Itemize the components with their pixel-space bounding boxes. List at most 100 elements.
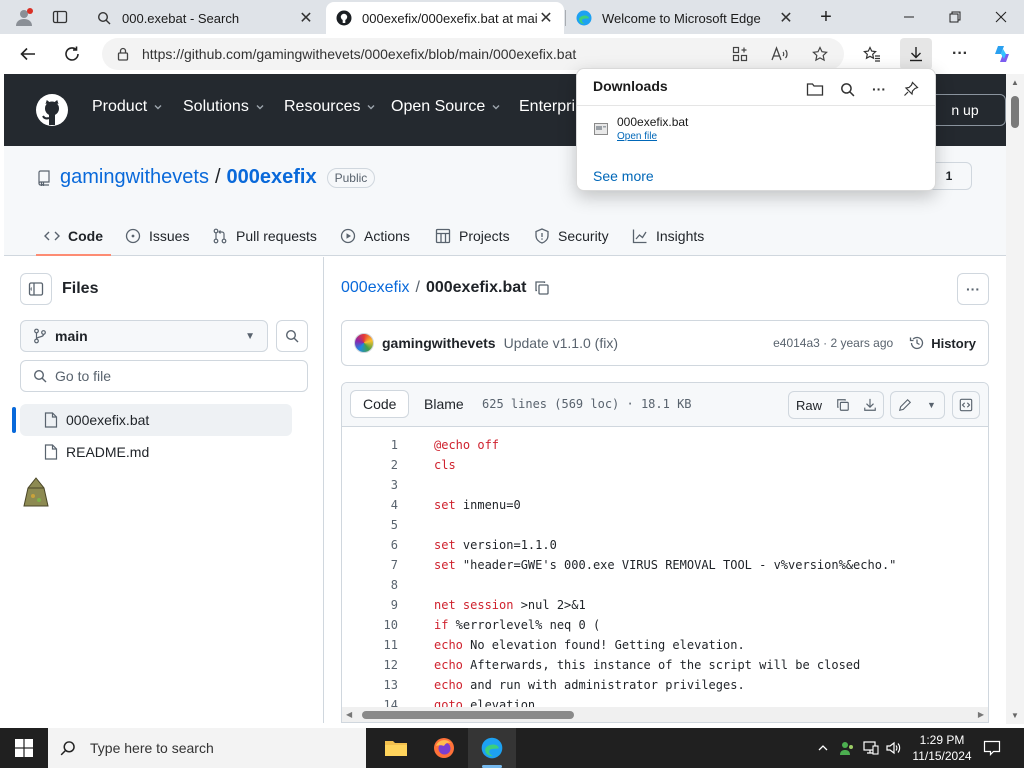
line-number[interactable]: 6: [342, 538, 398, 552]
line-number[interactable]: 3: [342, 478, 398, 492]
close-window-button[interactable]: [978, 0, 1024, 34]
tab-security[interactable]: Security: [534, 216, 609, 256]
branch-selector[interactable]: main ▼: [20, 320, 268, 352]
read-aloud-icon[interactable]: [764, 38, 796, 70]
github-logo-icon[interactable]: [36, 94, 68, 126]
line-number[interactable]: 9: [342, 598, 398, 612]
scroll-right-arrow[interactable]: ▶: [978, 710, 984, 719]
app-available-icon[interactable]: [724, 38, 756, 70]
close-tab-icon[interactable]: ✕: [538, 10, 554, 27]
tab-pull-requests[interactable]: Pull requests: [212, 216, 317, 256]
close-tab-icon[interactable]: ✕: [298, 10, 314, 27]
line-number[interactable]: 13: [342, 678, 398, 692]
edit-options-button[interactable]: ▼: [919, 391, 945, 419]
browser-tab-search[interactable]: 000.exebat - Search ✕: [86, 2, 324, 34]
nav-resources[interactable]: Resources: [284, 98, 376, 116]
nav-product[interactable]: Product: [92, 98, 163, 116]
edge-app[interactable]: [468, 728, 516, 768]
commit-meta[interactable]: e4014a3 · 2 years ago: [773, 336, 893, 350]
refresh-button[interactable]: [56, 38, 88, 70]
open-downloads-folder-icon[interactable]: [801, 75, 829, 103]
tab-issues[interactable]: Issues: [125, 216, 189, 256]
copy-raw-button[interactable]: [829, 391, 857, 419]
scrollbar-thumb[interactable]: [1011, 96, 1019, 128]
copy-path-icon[interactable]: [534, 280, 550, 296]
restore-button[interactable]: [932, 0, 978, 34]
line-number[interactable]: 10: [342, 618, 398, 632]
symbols-panel-button[interactable]: [952, 391, 980, 419]
code-view-tab[interactable]: Code: [350, 390, 410, 418]
scroll-down-arrow[interactable]: ▼: [1011, 711, 1019, 720]
nav-solutions[interactable]: Solutions: [183, 98, 265, 116]
scroll-left-arrow[interactable]: ◀: [346, 710, 352, 719]
go-to-file-input[interactable]: Go to file: [20, 360, 308, 392]
edit-file-button[interactable]: [890, 391, 920, 419]
close-tab-icon[interactable]: ✕: [778, 10, 794, 27]
repo-owner-link[interactable]: gamingwithevets: [60, 166, 209, 189]
notifications-button[interactable]: [980, 728, 1004, 768]
tab-code[interactable]: Code: [36, 216, 111, 256]
file-explorer-app[interactable]: [372, 728, 420, 768]
pin-icon[interactable]: [897, 75, 925, 103]
more-options-button[interactable]: ···: [957, 273, 989, 305]
commit-message-link[interactable]: Update v1.1.0 (fix): [504, 335, 618, 351]
see-more-link[interactable]: See more: [593, 168, 654, 184]
commit-author-link[interactable]: gamingwithevets: [382, 335, 496, 351]
line-number[interactable]: 14: [342, 698, 398, 707]
browser-tab-edge-welcome[interactable]: Welcome to Microsoft Edge ✕: [566, 2, 804, 34]
network-tray-icon[interactable]: [860, 728, 882, 768]
scroll-up-arrow[interactable]: ▲: [1011, 78, 1019, 87]
profile-avatar[interactable]: [8, 2, 40, 32]
settings-more-icon[interactable]: ···: [944, 38, 976, 70]
desktop-bag-icon[interactable]: [22, 476, 50, 510]
taskbar-clock[interactable]: 1:29 PM 11/15/2024: [902, 732, 982, 764]
firefox-app[interactable]: [420, 728, 468, 768]
blame-view-tab[interactable]: Blame: [412, 390, 476, 418]
line-number[interactable]: 8: [342, 578, 398, 592]
start-button[interactable]: [0, 728, 48, 768]
taskbar-search-box[interactable]: Type here to search: [48, 728, 366, 768]
file-item-readme[interactable]: README.md: [20, 436, 292, 468]
horizontal-scrollbar[interactable]: ◀ ▶: [342, 707, 988, 722]
volume-tray-icon[interactable]: [882, 728, 904, 768]
file-search-button[interactable]: [276, 320, 308, 352]
repo-name-link[interactable]: 000exefix: [227, 166, 317, 189]
download-raw-button[interactable]: [856, 391, 884, 419]
copilot-icon[interactable]: [986, 38, 1018, 70]
file-item-000exefix-bat[interactable]: 000exefix.bat: [20, 404, 292, 436]
url-text[interactable]: https://github.com/gamingwithevets/000ex…: [142, 46, 576, 62]
lock-icon[interactable]: [116, 47, 130, 61]
tab-insights[interactable]: Insights: [632, 216, 704, 256]
nav-enterprise[interactable]: Enterpri: [519, 98, 575, 116]
favorites-icon[interactable]: [856, 38, 888, 70]
back-button[interactable]: [12, 38, 44, 70]
downloads-more-icon[interactable]: ···: [865, 75, 893, 103]
raw-button[interactable]: Raw: [788, 391, 830, 419]
tab-actions-icon[interactable]: [44, 2, 76, 32]
line-number[interactable]: 2: [342, 458, 398, 472]
line-number[interactable]: 12: [342, 658, 398, 672]
favorite-star-icon[interactable]: [804, 38, 836, 70]
scrollbar-thumb[interactable]: [362, 711, 574, 719]
nav-open-source[interactable]: Open Source: [391, 98, 501, 116]
downloads-icon[interactable]: [900, 38, 932, 70]
line-number[interactable]: 5: [342, 518, 398, 532]
browser-tab-github[interactable]: 000exefix/000exefix.bat at main · ✕: [326, 2, 564, 34]
breadcrumb-repo-link[interactable]: 000exefix: [341, 279, 410, 297]
tab-actions[interactable]: Actions: [340, 216, 410, 256]
open-file-link[interactable]: Open file: [617, 131, 688, 142]
tab-projects[interactable]: Projects: [435, 216, 510, 256]
line-number[interactable]: 1: [342, 438, 398, 452]
line-number[interactable]: 4: [342, 498, 398, 512]
people-tray-icon[interactable]: [836, 728, 858, 768]
line-number[interactable]: 7: [342, 558, 398, 572]
collapse-sidebar-button[interactable]: [20, 273, 52, 305]
line-number[interactable]: 11: [342, 638, 398, 652]
author-avatar[interactable]: [354, 333, 374, 353]
sign-up-button[interactable]: n up: [924, 94, 1006, 126]
page-vertical-scrollbar[interactable]: ▲ ▼: [1006, 74, 1024, 724]
show-hidden-icons[interactable]: [812, 728, 834, 768]
new-tab-button[interactable]: +: [810, 2, 842, 32]
minimize-button[interactable]: [886, 0, 932, 34]
download-item[interactable]: 000exefix.bat Open file: [593, 115, 688, 142]
